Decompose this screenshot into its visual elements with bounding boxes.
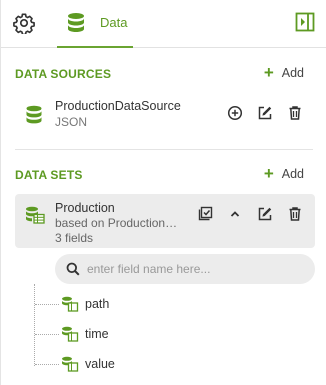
- tree-branch: [35, 364, 59, 365]
- settings-tab[interactable]: [11, 10, 37, 36]
- dataset-icon: [26, 206, 45, 224]
- trash-icon[interactable]: [287, 105, 303, 121]
- search-icon: [66, 262, 80, 276]
- data-sets-title: DATA SETS: [15, 168, 83, 182]
- trash-icon[interactable]: [287, 206, 303, 222]
- collapse-panel-icon[interactable]: [295, 12, 315, 32]
- data-set-item[interactable]: Production based on ProductionDataSource…: [15, 194, 315, 248]
- add-data-set-button[interactable]: + Add: [263, 164, 304, 183]
- data-source-name: ProductionDataSource: [55, 99, 181, 113]
- tab-data[interactable]: Data: [57, 0, 133, 48]
- data-panel: Data DATA SOURCES + Add ProductionDataSo…: [0, 0, 326, 385]
- plus-icon: +: [263, 164, 274, 183]
- gear-icon: [13, 13, 35, 34]
- edit-icon[interactable]: [257, 105, 273, 121]
- add-data-source-button[interactable]: + Add: [263, 63, 304, 82]
- field-label: path: [85, 297, 110, 311]
- tree-branch: [35, 304, 59, 305]
- select-fields-icon[interactable]: [197, 206, 213, 222]
- field-search-input[interactable]: [87, 259, 302, 279]
- field-item[interactable]: value: [35, 353, 285, 377]
- section-divider: [15, 149, 313, 150]
- panel-tabs: Data: [1, 0, 326, 48]
- field-label: value: [85, 357, 115, 371]
- add-data-set-label: Add: [281, 167, 304, 181]
- plus-icon: +: [263, 63, 274, 82]
- tab-data-label: Data: [100, 15, 128, 30]
- data-set-field-count: 3 fields: [55, 231, 94, 245]
- field-icon: [62, 296, 79, 312]
- field-icon: [62, 326, 79, 342]
- database-icon: [68, 13, 84, 32]
- field-icon: [62, 356, 79, 372]
- data-sources-title: DATA SOURCES: [15, 67, 112, 81]
- field-search[interactable]: [55, 254, 315, 284]
- data-source-item[interactable]: ProductionDataSource JSON: [1, 90, 326, 134]
- chevron-up-icon[interactable]: [227, 206, 243, 222]
- field-item[interactable]: path: [35, 293, 285, 317]
- data-set-name: Production: [55, 201, 115, 215]
- data-set-description: based on ProductionDataSource: [55, 216, 185, 230]
- database-icon: [26, 105, 42, 124]
- field-label: time: [85, 327, 109, 341]
- edit-icon[interactable]: [257, 206, 273, 222]
- tree-branch: [35, 334, 59, 335]
- add-data-source-label: Add: [281, 66, 304, 80]
- field-item[interactable]: time: [35, 323, 285, 347]
- data-source-type: JSON: [55, 115, 88, 129]
- add-circle-icon[interactable]: [227, 105, 243, 121]
